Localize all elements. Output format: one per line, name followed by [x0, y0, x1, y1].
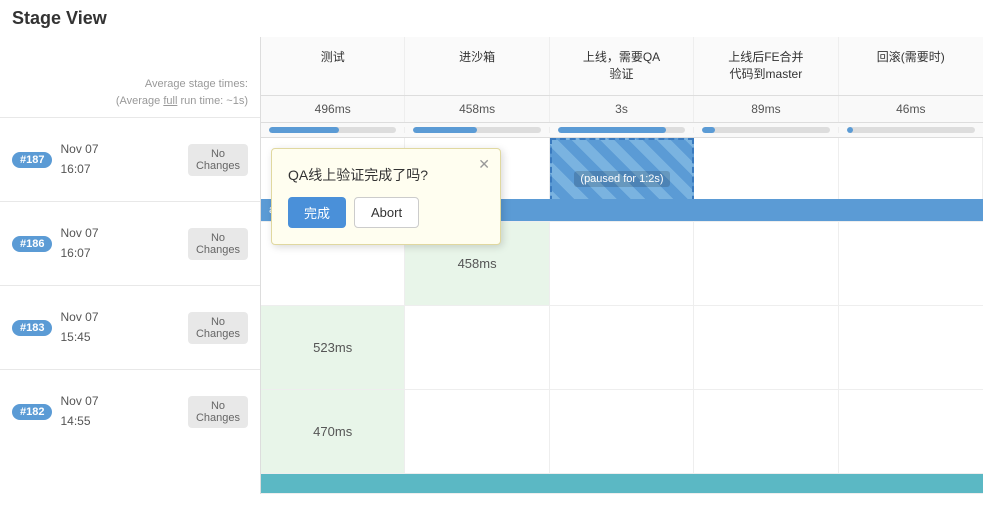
- main-layout: Average stage times: (Average full run t…: [0, 37, 983, 494]
- build-row-187: #187 Nov 07 16:07 NoChanges: [0, 117, 260, 201]
- build-date-182: Nov 07: [60, 392, 98, 411]
- complete-button[interactable]: 完成: [288, 197, 346, 228]
- avg-label: Average stage times:: [116, 76, 248, 93]
- data-cell-2-3: [694, 306, 838, 389]
- avg-cell-1: 458ms: [405, 96, 549, 122]
- build-info-187: Nov 07 16:07: [60, 140, 98, 178]
- avg-times: Average stage times: (Average full run t…: [116, 76, 248, 109]
- build-badge-183[interactable]: #183: [12, 320, 52, 336]
- cell-value-3-0: 470ms: [313, 424, 352, 439]
- progress-bar-bg-2: [558, 127, 685, 133]
- avg-cell-0: 496ms: [261, 96, 405, 122]
- popup-buttons: 完成 Abort: [288, 197, 484, 228]
- progress-cell-0: [261, 127, 405, 133]
- data-row-0: (paused for 1:2s) almost complete ✕ QA线上…: [261, 138, 983, 222]
- build-row-183: #183 Nov 07 15:45 NoChanges: [0, 285, 260, 369]
- cell-value-1-1: 458ms: [458, 256, 497, 271]
- sidebar-header: Average stage times: (Average full run t…: [0, 37, 260, 117]
- data-cell-3-1: [405, 390, 549, 473]
- avg-row: 496ms 458ms 3s 89ms 46ms: [261, 96, 983, 123]
- progress-bar-bg-4: [847, 127, 975, 133]
- col-header-1: 进沙箱: [405, 37, 549, 95]
- build-date-186: Nov 07: [60, 224, 98, 243]
- progress-bar-fill-1: [413, 127, 477, 133]
- popup-title: QA线上验证完成了吗?: [288, 165, 484, 185]
- table-header: 测试 进沙箱 上线，需要QA验证 上线后FE合并代码到master 回滚(需要时…: [261, 37, 983, 96]
- avg-cell-3: 89ms: [694, 96, 838, 122]
- stage-view-page: Stage View Average stage times: (Average…: [0, 0, 983, 511]
- progress-cell-1: [405, 127, 549, 133]
- avg-full-label: (Average full run time: ~1s): [116, 93, 248, 110]
- paused-label: (paused for 1:2s): [574, 171, 669, 187]
- build-badge-186[interactable]: #186: [12, 236, 52, 252]
- build-date-183: Nov 07: [60, 308, 98, 327]
- data-cell-1-3: [694, 222, 838, 305]
- progress-bar-bg-3: [702, 127, 829, 133]
- abort-button[interactable]: Abort: [354, 197, 419, 228]
- no-changes-btn-183[interactable]: NoChanges: [188, 312, 248, 344]
- no-changes-btn-186[interactable]: NoChanges: [188, 228, 248, 260]
- data-row-2: 523ms: [261, 306, 983, 390]
- build-time-183: 15:45: [60, 328, 98, 347]
- progress-bar-bg-1: [413, 127, 540, 133]
- progress-bar-fill-0: [269, 127, 339, 133]
- progress-cell-4: [839, 127, 983, 133]
- build-time-187: 16:07: [60, 160, 98, 179]
- build-info-182: Nov 07 14:55: [60, 392, 98, 430]
- data-row-3: 470ms: [261, 390, 983, 474]
- data-cell-3-4: [839, 390, 983, 473]
- col-header-3: 上线后FE合并代码到master: [694, 37, 838, 95]
- sidebar: Average stage times: (Average full run t…: [0, 37, 260, 494]
- data-cell-3-3: [694, 390, 838, 473]
- page-title: Stage View: [0, 0, 983, 37]
- table-area: 测试 进沙箱 上线，需要QA验证 上线后FE合并代码到master 回滚(需要时…: [260, 37, 983, 494]
- build-row-186: #186 Nov 07 16:07 NoChanges: [0, 201, 260, 285]
- col-header-0: 测试: [261, 37, 405, 95]
- data-cell-2-1: [405, 306, 549, 389]
- build-row-182: #182 Nov 07 14:55 NoChanges: [0, 369, 260, 453]
- build-info-183: Nov 07 15:45: [60, 308, 98, 346]
- data-cell-3-0: 470ms: [261, 390, 405, 473]
- build-time-186: 16:07: [60, 244, 98, 263]
- progress-bar-fill-4: [847, 127, 853, 133]
- progress-bar-fill-2: [558, 127, 666, 133]
- data-rows: (paused for 1:2s) almost complete ✕ QA线上…: [261, 138, 983, 494]
- data-cell-1-4: [839, 222, 983, 305]
- col-header-4: 回滚(需要时): [839, 37, 983, 95]
- progress-cell-3: [694, 127, 838, 133]
- progress-bar-fill-3: [702, 127, 715, 133]
- col-header-2: 上线，需要QA验证: [550, 37, 694, 95]
- data-cell-3-2: [550, 390, 694, 473]
- data-row-4: [261, 474, 983, 494]
- progress-bar-bg-0: [269, 127, 396, 133]
- build-info-186: Nov 07 16:07: [60, 224, 98, 262]
- progress-row: [261, 123, 983, 138]
- build-time-182: 14:55: [60, 412, 98, 431]
- build-badge-187[interactable]: #187: [12, 152, 52, 168]
- no-changes-btn-182[interactable]: NoChanges: [188, 396, 248, 428]
- cell-value-2-0: 523ms: [313, 340, 352, 355]
- avg-cell-4: 46ms: [839, 96, 983, 122]
- data-cell-2-0: 523ms: [261, 306, 405, 389]
- data-cell-1-2: [550, 222, 694, 305]
- build-date-187: Nov 07: [60, 140, 98, 159]
- qa-popup: ✕ QA线上验证完成了吗? 完成 Abort: [271, 148, 501, 245]
- progress-cell-2: [550, 127, 694, 133]
- popup-close-button[interactable]: ✕: [478, 157, 490, 171]
- data-cell-2-4: [839, 306, 983, 389]
- avg-cell-2: 3s: [550, 96, 694, 122]
- popup-overlay: ✕ QA线上验证完成了吗? 完成 Abort: [271, 148, 501, 245]
- build-badge-182[interactable]: #182: [12, 404, 52, 420]
- no-changes-btn-187[interactable]: NoChanges: [188, 144, 248, 176]
- data-cell-2-2: [550, 306, 694, 389]
